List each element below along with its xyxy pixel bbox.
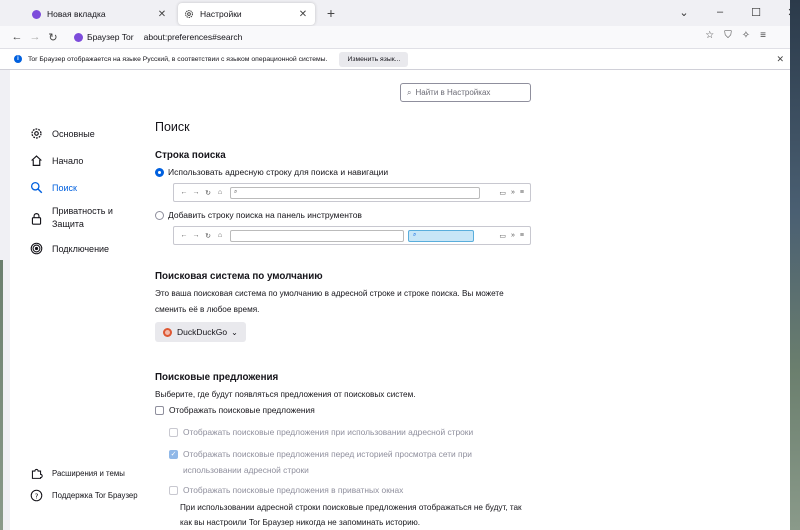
checkbox[interactable] bbox=[169, 428, 178, 437]
close-window-button[interactable]: ✕ bbox=[774, 6, 790, 19]
language-notification-bar: i Tor Браузер отображается на языке Русс… bbox=[0, 48, 790, 70]
checkbox[interactable] bbox=[155, 406, 164, 415]
sidebar-item-label: Приватность и Защита bbox=[52, 206, 113, 229]
search-icon bbox=[30, 181, 43, 194]
checkbox-label: Отображать поисковые предложения bbox=[169, 405, 315, 415]
sidebar-item-label: Поддержка Tor Браузер bbox=[52, 490, 138, 500]
duckduckgo-icon bbox=[163, 327, 172, 337]
suggestions-heading: Поисковые предложения bbox=[155, 372, 279, 383]
checkbox-show-suggestions[interactable]: Отображать поисковые предложения bbox=[155, 404, 555, 417]
default-engine-heading: Поисковая система по умолчанию bbox=[155, 271, 323, 282]
tab-bar: Новая вкладка ✕ Настройки ✕ + ⌄ – ☐ ✕ bbox=[0, 0, 790, 26]
desktop-background bbox=[790, 0, 800, 530]
sidebar-item-support[interactable]: ? Поддержка Tor Браузер bbox=[30, 484, 170, 506]
suggestions-description: Выберите, где будут появляться предложен… bbox=[155, 390, 416, 399]
identity-box[interactable]: Браузер Tor bbox=[70, 32, 138, 42]
search-placeholder: Найти в Настройках bbox=[415, 88, 491, 97]
checkbox-label: Отображать поисковые предложения при исп… bbox=[183, 427, 474, 437]
browser-window: Новая вкладка ✕ Настройки ✕ + ⌄ – ☐ ✕ ← … bbox=[0, 0, 790, 530]
new-tab-button[interactable]: + bbox=[321, 5, 341, 21]
search-icon: ⌕ bbox=[407, 87, 412, 97]
onion-icon bbox=[30, 242, 43, 255]
tor-icon bbox=[32, 9, 41, 19]
close-tab-icon[interactable]: ✕ bbox=[156, 9, 168, 20]
selected-engine: DuckDuckGo bbox=[177, 327, 228, 337]
checkbox[interactable] bbox=[169, 486, 178, 495]
desktop-background-left bbox=[0, 260, 3, 530]
toolbar-right: ☆ ⛉ ✧ ≡ bbox=[705, 30, 766, 41]
sidebar-item-addons[interactable]: Расширения и темы bbox=[30, 462, 170, 484]
home-icon bbox=[31, 155, 42, 166]
info-icon: i bbox=[14, 55, 22, 63]
menu-icon[interactable]: ≡ bbox=[760, 30, 766, 41]
checkbox-label: Отображать поисковые предложения в прива… bbox=[183, 485, 404, 495]
sidebar-item-search[interactable]: Поиск bbox=[30, 174, 150, 201]
new-identity-icon[interactable]: ✧ bbox=[742, 30, 750, 41]
radio-label: Добавить строку поиска на панель инструм… bbox=[168, 210, 362, 220]
maximize-button[interactable]: ☐ bbox=[738, 6, 774, 19]
forward-arrow-icon[interactable]: → bbox=[26, 31, 44, 43]
default-engine-description: Это ваша поисковая система по умолчанию … bbox=[155, 289, 504, 314]
shield-icon[interactable]: ⛉ bbox=[724, 30, 732, 41]
search-bar-heading: Строка поиска bbox=[155, 150, 226, 161]
gear-icon bbox=[31, 128, 42, 139]
reload-icon[interactable]: ↻ bbox=[44, 31, 62, 44]
tor-icon bbox=[74, 32, 83, 42]
preferences-content: ⌕ Найти в Настройках Основные Начало Пои… bbox=[10, 70, 790, 530]
radio-label: Использовать адресную строку для поиска … bbox=[168, 167, 389, 177]
tab-list-chevron-icon[interactable]: ⌄ bbox=[666, 6, 702, 19]
navigation-toolbar: ← → ↻ Браузер Tor about:preferences#sear… bbox=[0, 26, 790, 48]
checkbox-suggestions-before-history[interactable]: ✓ Отображать поисковые предложения перед… bbox=[169, 448, 499, 478]
back-arrow-icon[interactable]: ← bbox=[8, 31, 26, 43]
suggestions-note: При использовании адресной строки поиско… bbox=[180, 503, 522, 527]
svg-text:?: ? bbox=[35, 491, 39, 500]
checkbox[interactable]: ✓ bbox=[169, 450, 178, 459]
identity-label: Браузер Tor bbox=[87, 32, 134, 42]
sidebar-item-privacy[interactable]: Приватность и Защита bbox=[30, 201, 150, 235]
minimize-button[interactable]: – bbox=[702, 6, 738, 18]
sidebar-item-label: Поиск bbox=[52, 182, 77, 193]
notification-text: Tor Браузер отображается на языке Русски… bbox=[28, 55, 328, 63]
checkbox-suggestions-urlbar[interactable]: Отображать поисковые предложения при исп… bbox=[169, 426, 555, 439]
radio-button[interactable] bbox=[155, 210, 164, 220]
sidebar-item-label: Расширения и темы bbox=[52, 468, 125, 478]
close-notification-icon[interactable]: ✕ bbox=[776, 54, 784, 65]
puzzle-icon bbox=[31, 468, 43, 479]
change-language-button[interactable]: Изменить язык... bbox=[339, 51, 409, 67]
tab-title: Новая вкладка bbox=[47, 9, 106, 19]
page-title: Поиск bbox=[155, 120, 190, 134]
lock-icon bbox=[31, 212, 42, 225]
urlbar-preview: ← → ↻ ⌂ ⌕ ▭» ≡ bbox=[173, 183, 531, 202]
chevron-down-icon: ⌄ bbox=[231, 327, 238, 337]
close-tab-icon[interactable]: ✕ bbox=[297, 9, 309, 20]
sidebar-item-home[interactable]: Начало bbox=[30, 147, 150, 174]
searchbar-preview: ← → ↻ ⌂ ⌕ ▭» ≡ bbox=[173, 226, 531, 245]
sidebar-item-connection[interactable]: Подключение bbox=[30, 235, 150, 262]
window-controls: ⌄ – ☐ ✕ bbox=[666, 0, 790, 24]
bookmark-star-icon[interactable]: ☆ bbox=[705, 30, 714, 41]
sidebar-item-label: Начало bbox=[52, 155, 84, 166]
search-preferences-input[interactable]: ⌕ Найти в Настройках bbox=[400, 83, 531, 102]
gear-icon bbox=[185, 10, 193, 18]
checkbox-label: Отображать поисковые предложения перед и… bbox=[183, 449, 472, 475]
tab-new-tab[interactable]: Новая вкладка ✕ bbox=[26, 3, 174, 25]
radio-use-urlbar[interactable]: Использовать адресную строку для поиска … bbox=[155, 165, 555, 179]
radio-button[interactable] bbox=[155, 167, 164, 177]
sidebar-footer: Расширения и темы ? Поддержка Tor Браузе… bbox=[30, 462, 170, 506]
categories-sidebar: Основные Начало Поиск Приватность и Защи… bbox=[30, 120, 150, 262]
url-bar[interactable]: Браузер Tor about:preferences#search bbox=[70, 28, 242, 46]
url-text[interactable]: about:preferences#search bbox=[144, 32, 243, 42]
help-icon: ? bbox=[30, 489, 43, 501]
tab-title: Настройки bbox=[200, 9, 242, 19]
radio-add-searchbar[interactable]: Добавить строку поиска на панель инструм… bbox=[155, 208, 555, 222]
sidebar-item-label: Основные bbox=[52, 128, 95, 139]
default-engine-select[interactable]: DuckDuckGo ⌄ bbox=[155, 322, 246, 342]
sidebar-item-label: Подключение bbox=[52, 243, 110, 254]
tab-settings[interactable]: Настройки ✕ bbox=[178, 3, 315, 25]
checkbox-suggestions-private[interactable]: Отображать поисковые предложения в прива… bbox=[169, 484, 555, 497]
sidebar-item-general[interactable]: Основные bbox=[30, 120, 150, 147]
search-pane: Поиск Строка поиска Использовать адресну… bbox=[155, 120, 555, 530]
